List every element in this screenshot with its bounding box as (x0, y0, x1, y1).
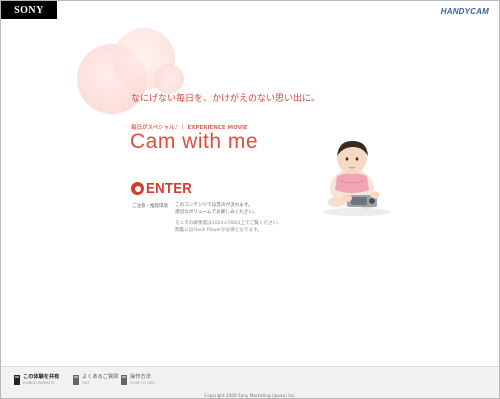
footer-faq-sub: FAQ (82, 380, 90, 385)
footer-howto-sub: HOW TO USE (130, 380, 155, 385)
notice-line: このコンテンツでは音声が流れます。 (175, 203, 253, 208)
enter-label: ENTER (146, 180, 193, 197)
share-icon (14, 375, 20, 385)
howto-icon (121, 375, 127, 385)
footer: この体験を共有 EMBED WEBSITE よくあるご質問 FAQ 操作方法 H… (1, 366, 499, 398)
requirement-line: 閲覧にはFlash Playerが必要となります。 (175, 228, 262, 233)
footer-faq-link[interactable]: よくあるご質問 FAQ (73, 374, 118, 385)
record-icon (131, 182, 144, 195)
decor-circle-small (154, 64, 184, 94)
copyright: Copyright 2009 Sony Marketing (Japan) In… (204, 393, 296, 398)
faq-icon (73, 375, 79, 385)
sony-logo[interactable]: SONY (1, 1, 57, 19)
notice-text: このコンテンツでは音声が流れます。 適切なボリュームでお楽しみください。 モニタ… (175, 202, 305, 234)
requirement-line: モニタの解像度は1024×768以上でご覧ください。 (175, 221, 282, 226)
footer-share-link[interactable]: この体験を共有 EMBED WEBSITE (14, 374, 59, 385)
hero-tagline: なにげない毎日を、かけがえのない思い出に。 (131, 94, 321, 104)
footer-howto-link[interactable]: 操作方法 HOW TO USE (121, 374, 155, 385)
footer-share-sub: EMBED WEBSITE (23, 380, 55, 385)
enter-button[interactable]: ENTER (131, 180, 198, 197)
page-frame: SONY HANDYCAM なにげない毎日を、かけがえのない思い出に。 毎日がス… (0, 0, 500, 399)
baby-with-camcorder-image (323, 140, 391, 216)
notice-label: ご注意・推奨環境 (132, 204, 168, 209)
notice-line: 適切なボリュームでお楽しみください。 (175, 210, 258, 215)
handycam-logo: HANDYCAM (440, 7, 489, 16)
hero-title: Cam with me (130, 130, 259, 153)
